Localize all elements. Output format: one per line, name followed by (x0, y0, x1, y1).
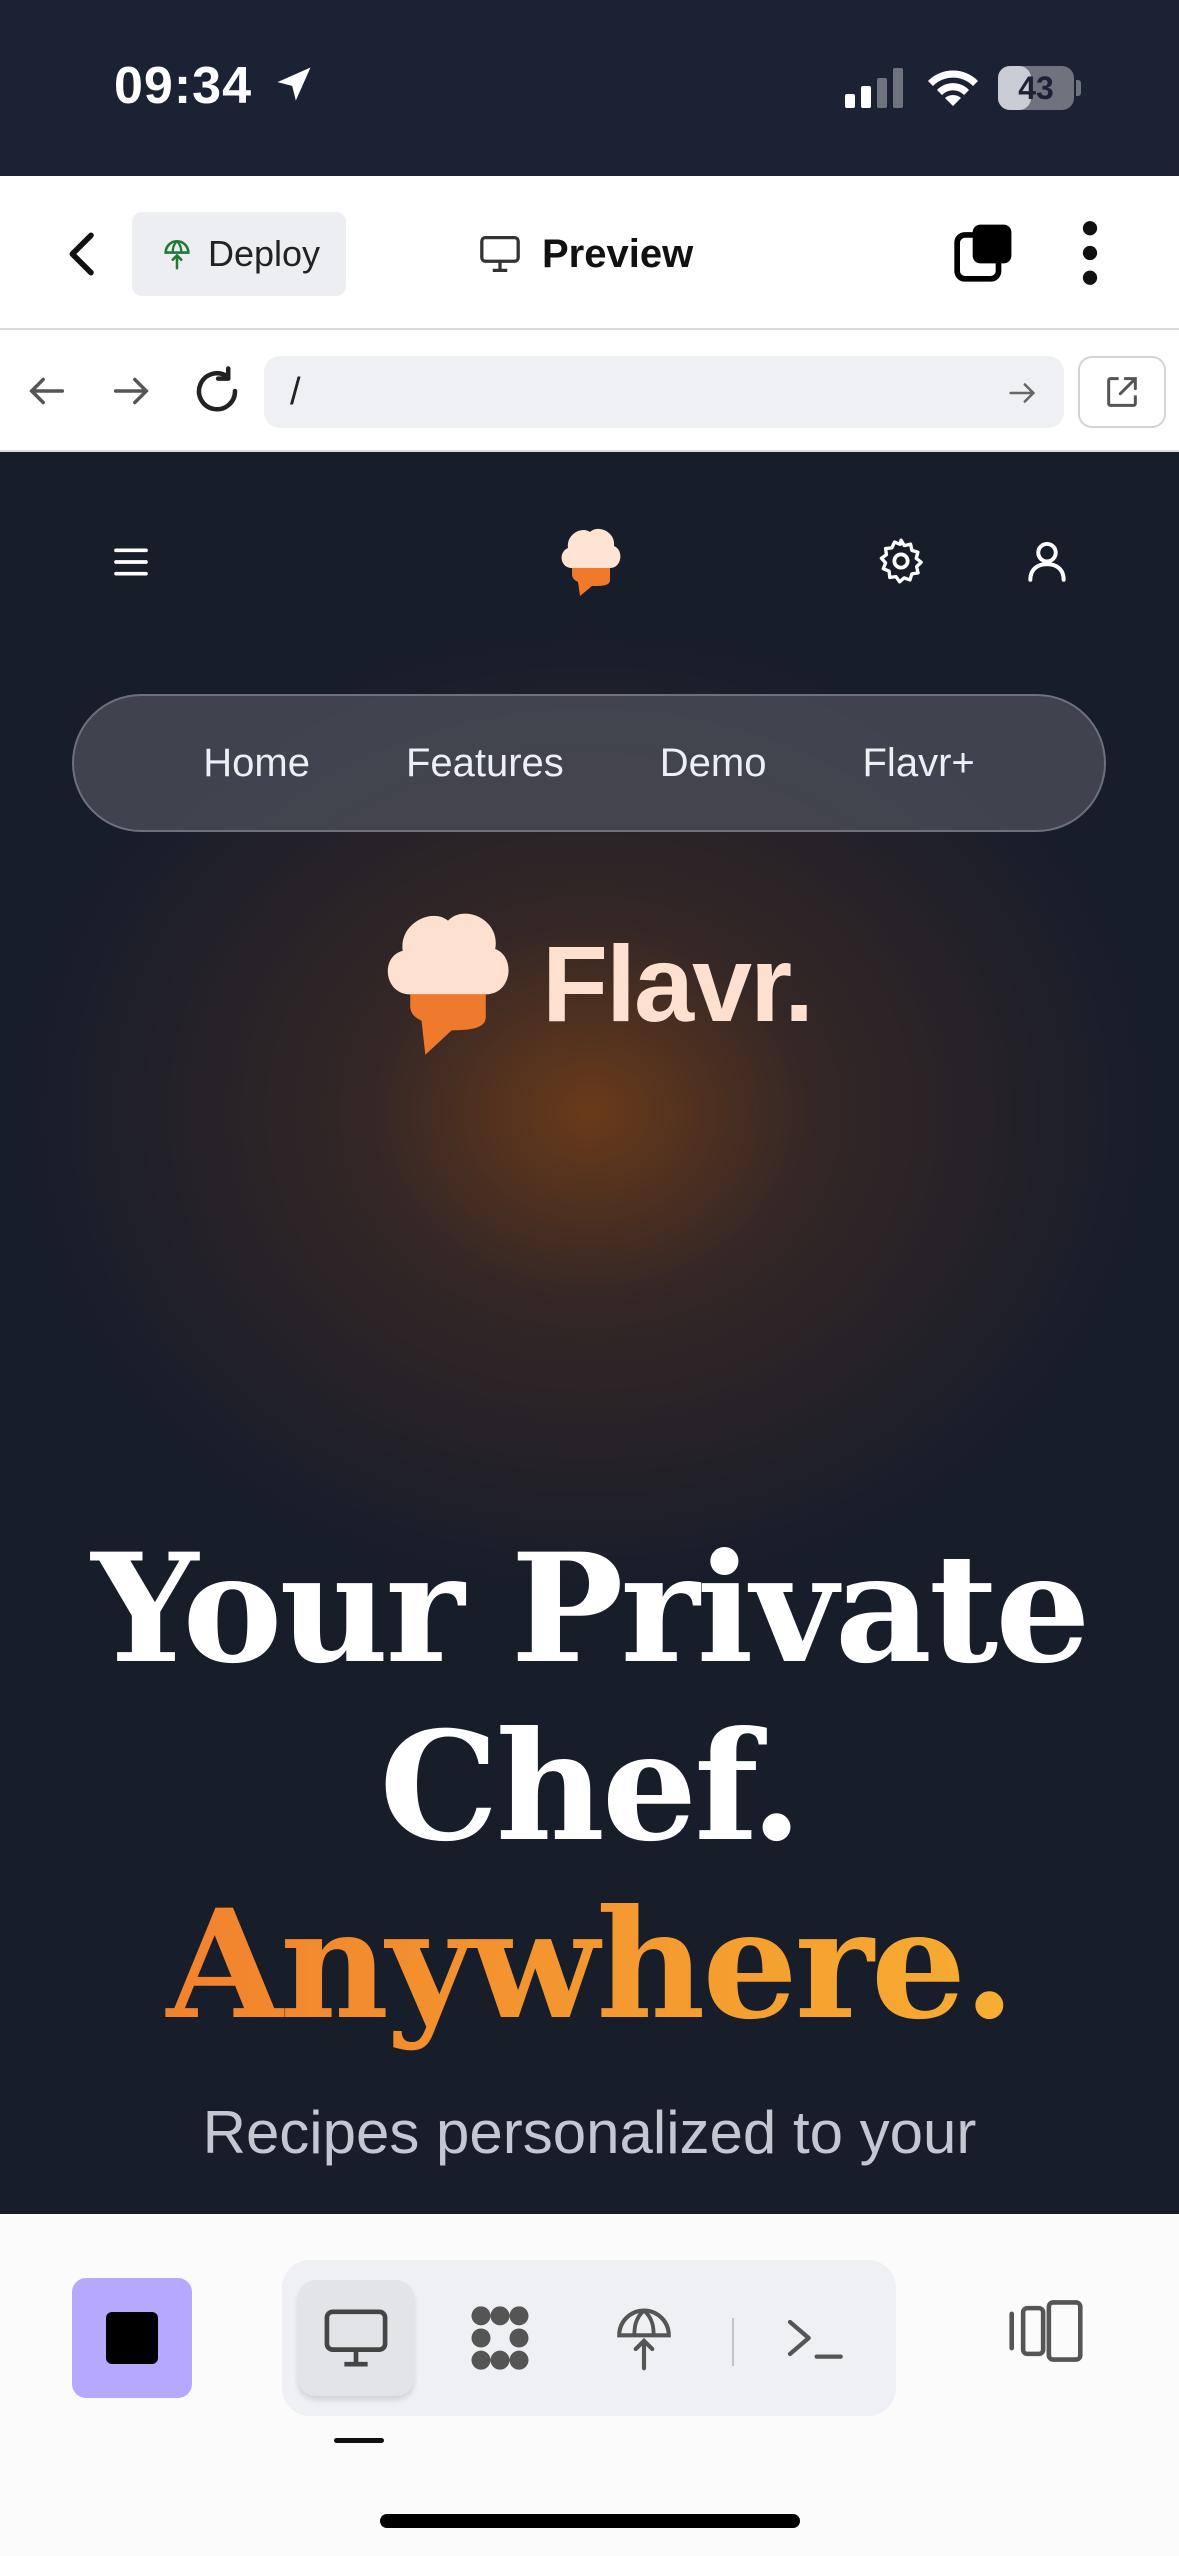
preview-label: Preview (542, 231, 694, 276)
battery-level: 43 (1018, 70, 1054, 106)
tool-divider (732, 2318, 734, 2366)
gear-icon[interactable] (876, 536, 926, 586)
hamburger-menu-icon[interactable] (110, 542, 152, 582)
nav-link-features[interactable]: Features (406, 741, 564, 786)
bottom-toolbar (0, 2214, 1179, 2556)
stop-button[interactable] (72, 2278, 192, 2398)
arrow-right-icon[interactable] (108, 368, 154, 414)
chevron-left-icon[interactable] (56, 224, 112, 284)
tool-group (282, 2260, 896, 2416)
url-field[interactable] (264, 356, 1064, 428)
tool-deploy[interactable] (586, 2280, 702, 2396)
open-external-button[interactable] (1078, 356, 1166, 428)
site-nav: Home Features Demo Flavr+ (72, 694, 1106, 832)
stop-icon (106, 2312, 158, 2364)
preview-title[interactable]: Preview (478, 222, 693, 286)
external-link-icon (1107, 377, 1137, 407)
arrow-left-icon[interactable] (24, 368, 70, 414)
panel-toggle-icon[interactable] (1006, 2296, 1086, 2366)
cellular-signal-icon (845, 68, 903, 108)
browser-bar (0, 330, 1179, 452)
url-input[interactable] (290, 356, 990, 428)
hero-line-2: Chef. (379, 1699, 802, 1875)
go-arrow-icon[interactable] (1004, 376, 1040, 410)
tool-terminal[interactable] (756, 2280, 872, 2396)
hero-accent: Anywhere. (0, 1876, 1179, 2054)
globe-deploy-icon (617, 2308, 671, 2371)
terminal-icon (787, 2319, 843, 2359)
stacked-squares-icon[interactable] (952, 222, 1014, 284)
reload-icon[interactable] (190, 364, 244, 418)
deploy-label: Deploy (208, 233, 321, 274)
nav-link-home[interactable]: Home (203, 741, 310, 786)
hero-title: Your Private Chef. Anywhere. (0, 1520, 1179, 2054)
deploy-button[interactable]: Deploy (132, 212, 346, 296)
brand-lockup: Flavr. (380, 898, 814, 1068)
apps-grid-icon (471, 2306, 529, 2370)
location-arrow-icon (277, 67, 311, 101)
wifi-icon (928, 70, 978, 106)
hero-line-1: Your Private (91, 1521, 1090, 1697)
tool-apps[interactable] (442, 2280, 558, 2396)
kebab-icon[interactable] (1072, 220, 1108, 286)
home-indicator (380, 2514, 800, 2528)
brand-name: Flavr. (542, 922, 814, 1044)
monitor-icon (324, 2309, 388, 2367)
site-preview: Home Features Demo Flavr+ Flavr. Your Pr… (0, 452, 1179, 2214)
nav-link-demo[interactable]: Demo (660, 741, 767, 786)
battery-icon: 43 (998, 66, 1081, 110)
tool-preview[interactable] (298, 2280, 414, 2396)
hero-subtitle: Recipes personalized to your (202, 2099, 977, 2166)
globe-deploy-icon (164, 240, 190, 270)
status-bar: 09:34 43 (0, 0, 1179, 176)
status-time: 09:34 (114, 57, 252, 115)
monitor-icon (480, 235, 520, 272)
user-icon[interactable] (1022, 536, 1072, 586)
nav-link-flavr-plus[interactable]: Flavr+ (863, 741, 975, 786)
app-header: Deploy Preview (0, 176, 1179, 330)
active-tab-indicator (334, 2438, 384, 2443)
chef-hat-logo-icon (387, 913, 509, 1055)
chef-hat-logo-icon[interactable] (554, 520, 626, 600)
